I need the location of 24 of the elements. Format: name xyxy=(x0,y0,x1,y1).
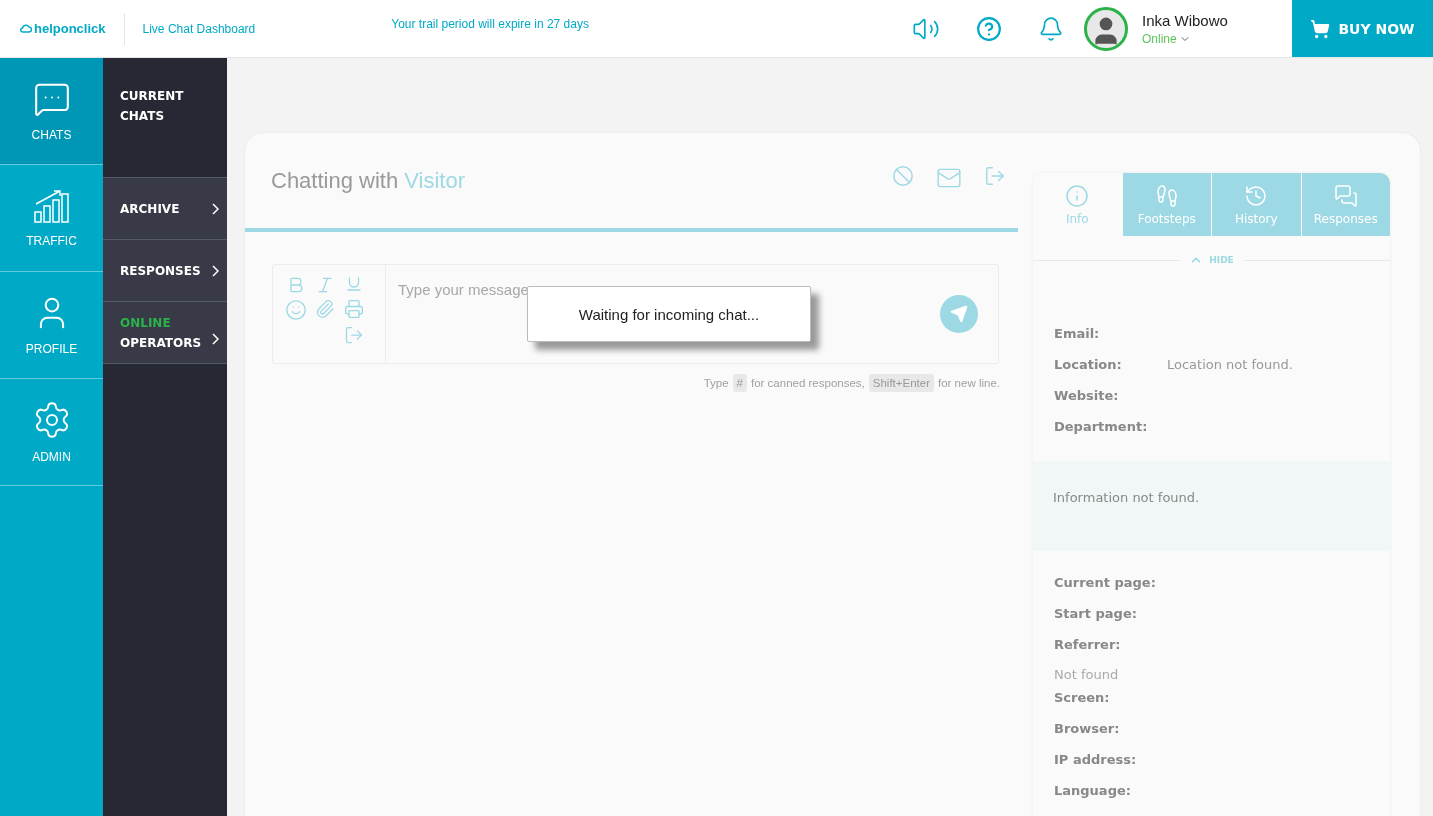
hint-text: Type xyxy=(703,377,729,389)
field-label: Department: xyxy=(1054,419,1149,434)
info-note: Information not found. xyxy=(1053,490,1200,505)
empty-note: Not found xyxy=(1054,666,1120,682)
field-label: IP address: xyxy=(1054,752,1138,767)
hint-text: for canned responses, xyxy=(750,377,865,389)
hint-text: for new line. xyxy=(938,377,1000,389)
field-label: Screen: xyxy=(1054,690,1111,705)
dashboard-title: Live Chat Dashboard xyxy=(142,21,256,36)
field-label: Website: xyxy=(1054,388,1120,403)
trial-notice: Your trail period will expire in 27 days xyxy=(391,16,589,31)
waiting-popup: Waiting for incoming chat... xyxy=(527,286,811,342)
user-name: Inka Wibowo xyxy=(1142,11,1229,29)
field-label: Email: xyxy=(1054,326,1101,341)
field-value: Location not found. xyxy=(1167,357,1293,372)
chat-title: Chatting with Visitor xyxy=(271,167,466,194)
field-label: Location: xyxy=(1054,357,1123,372)
field-label: Language: xyxy=(1054,783,1132,798)
key-badge: # xyxy=(732,374,747,392)
field-label: Current page: xyxy=(1054,575,1157,590)
field-label: Browser: xyxy=(1054,721,1121,736)
field-label: Referrer: xyxy=(1054,637,1122,652)
field-label: Start page: xyxy=(1054,606,1138,621)
key-badge: Shift+Enter xyxy=(868,374,934,392)
